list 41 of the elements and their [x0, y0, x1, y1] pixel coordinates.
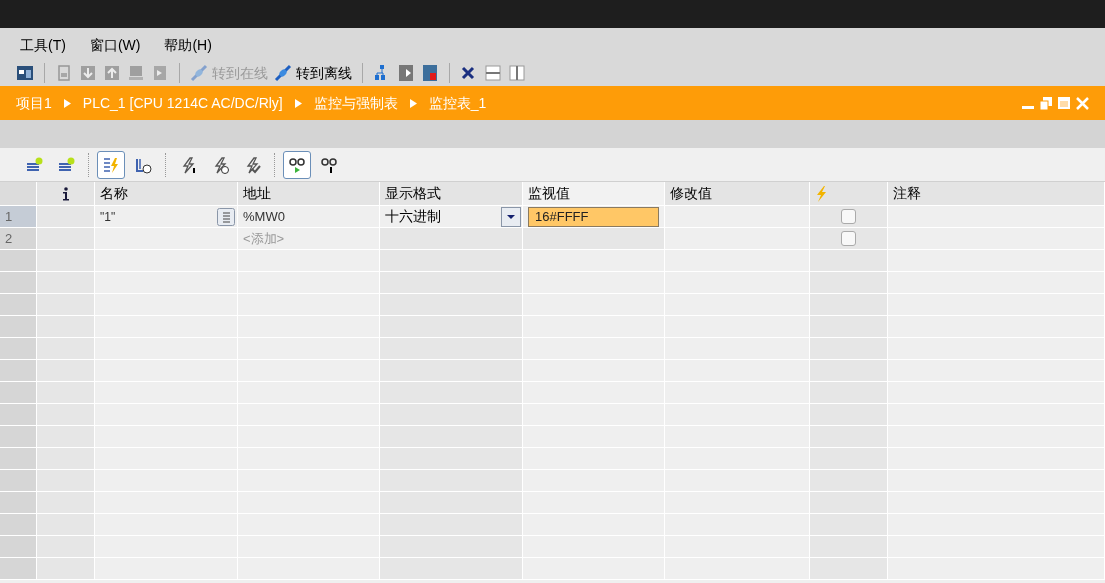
toolbar-toggle-button[interactable] [97, 150, 125, 179]
checkbox[interactable] [841, 231, 856, 246]
row-number: 2 [0, 228, 37, 249]
checkbox[interactable] [841, 209, 856, 224]
table-cell-text: 十六进制 [385, 207, 441, 226]
add-row-icon [57, 155, 75, 174]
toolbar-button[interactable]: 转到离线 [274, 62, 352, 84]
stop-panel-icon[interactable] [421, 64, 439, 82]
lightning-icon [815, 185, 827, 202]
arrow-right-icon [409, 98, 417, 108]
split-vertical-icon[interactable] [508, 64, 526, 82]
column-header[interactable] [37, 182, 95, 205]
row-number: 1 [0, 206, 37, 227]
arrow-right-icon [63, 98, 71, 108]
value-field: 16#FFFF [528, 206, 659, 227]
table-cell: %MW0 [238, 206, 380, 227]
column-header[interactable]: 注释 [888, 182, 1105, 205]
table-cell-text: "1" [100, 208, 116, 226]
toolbar-toggle-button[interactable] [283, 150, 311, 179]
lightning-list-icon [102, 155, 120, 174]
menu-item[interactable]: 窗口(W) [89, 35, 141, 56]
insert-row-icon [25, 155, 43, 174]
column-header[interactable]: 名称 [95, 182, 238, 205]
dropdown-icon[interactable] [501, 206, 521, 227]
plug-icon [274, 64, 292, 82]
menu-item[interactable]: 工具(T) [20, 35, 66, 56]
split-horizontal-icon[interactable] [484, 64, 502, 82]
column-header[interactable]: 修改值 [665, 182, 810, 205]
menu-item[interactable]: 帮助(H) [164, 35, 212, 56]
plug-icon [190, 64, 208, 82]
info-icon [61, 186, 70, 201]
column-header[interactable]: 显示格式 [380, 182, 523, 205]
glasses-one-icon [320, 155, 338, 174]
window-icon[interactable] [16, 64, 34, 82]
column-header[interactable]: 地址 [238, 182, 380, 205]
close-icon[interactable] [1076, 96, 1089, 110]
run-panel-icon[interactable] [397, 64, 415, 82]
glasses-play-icon [288, 155, 306, 174]
list-button-icon[interactable] [217, 207, 235, 226]
restore-icon[interactable] [1040, 96, 1052, 110]
arrow-right-icon [294, 98, 302, 108]
